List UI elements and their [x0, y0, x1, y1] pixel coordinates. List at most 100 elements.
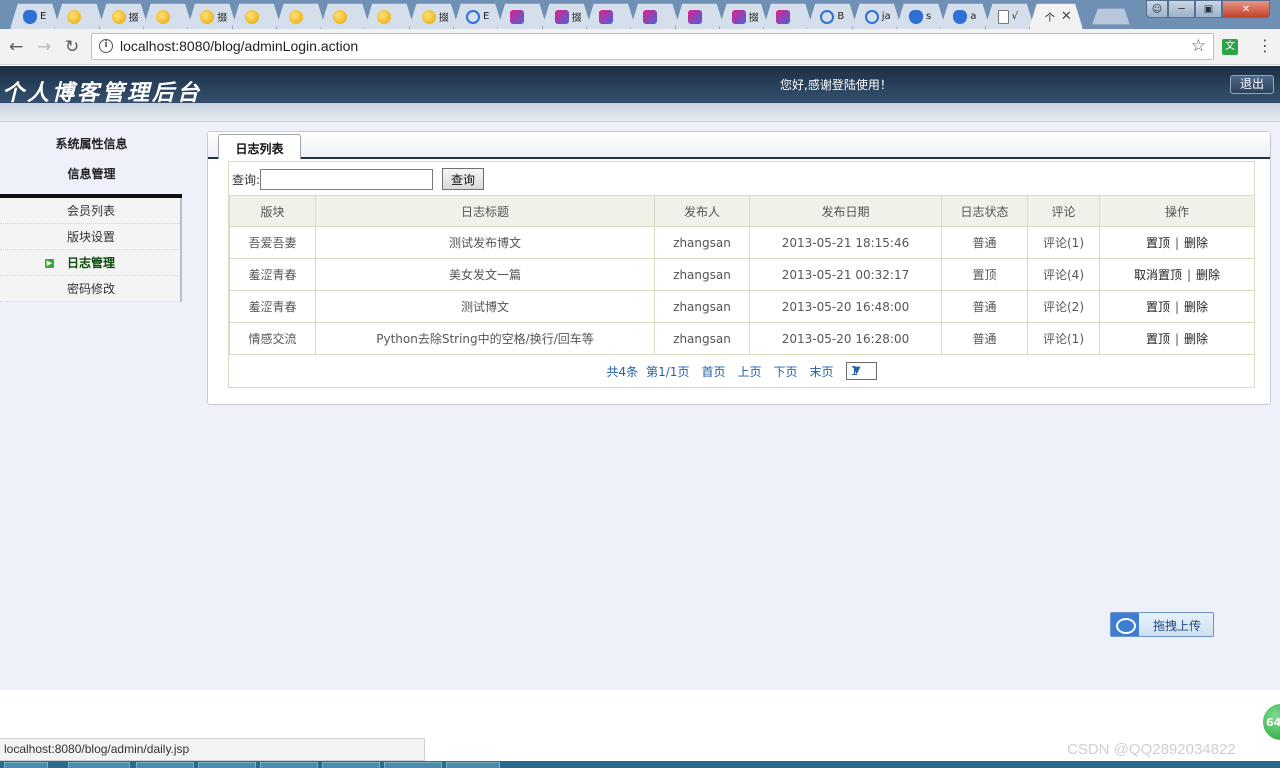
- page-select[interactable]: 1 ▼: [845, 362, 877, 380]
- comments-link[interactable]: 评论(1): [1027, 322, 1100, 355]
- search-input[interactable]: [260, 168, 434, 190]
- pager-last-link[interactable]: 末页: [810, 363, 834, 380]
- comments-link[interactable]: 评论(1): [1027, 226, 1100, 259]
- browser-tab[interactable]: [54, 3, 104, 29]
- sidebar-section-system[interactable]: 系统属性信息: [0, 132, 183, 162]
- browser-tab[interactable]: s: [896, 3, 946, 29]
- taskbar-item[interactable]: [68, 762, 130, 768]
- cell-author: zhangsan: [654, 290, 750, 323]
- browser-tab[interactable]: [586, 3, 636, 29]
- address-url[interactable]: localhost:8080/blog/adminLogin.action: [120, 38, 358, 54]
- browser-tab[interactable]: a: [940, 3, 990, 29]
- yellow-icon: [245, 10, 259, 24]
- drag-upload-button[interactable]: 拖拽上传: [1110, 612, 1214, 637]
- address-bar[interactable]: i localhost:8080/blog/adminLogin.action …: [91, 33, 1214, 60]
- browser-tab[interactable]: √: [985, 3, 1035, 29]
- pager-first-link[interactable]: 首页: [701, 363, 725, 380]
- browser-tab[interactable]: [364, 3, 414, 29]
- sidebar: 系统属性信息 信息管理 会员列表 版块设置 ▶ 日志管理 密码修改: [0, 132, 183, 302]
- cloud-icon: [820, 10, 834, 24]
- taskbar-item[interactable]: [384, 762, 442, 768]
- sidebar-item-label: 版块设置: [67, 230, 116, 244]
- pagination: 共4条 第1/1页 首页 上页 下页 末页 1 ▼: [229, 355, 1254, 387]
- pin-link[interactable]: 置顶: [1146, 300, 1170, 314]
- browser-tab[interactable]: [497, 3, 547, 29]
- pager-prev-link[interactable]: 上页: [737, 363, 761, 380]
- tab-title: E: [40, 11, 47, 22]
- delete-link[interactable]: 删除: [1184, 332, 1208, 346]
- menu-icon[interactable]: ⋮: [1257, 36, 1273, 55]
- info-icon[interactable]: i: [99, 39, 113, 53]
- new-tab-button[interactable]: [1092, 8, 1130, 25]
- tab-title: √: [1011, 11, 1018, 22]
- taskbar-item[interactable]: [198, 762, 256, 768]
- translate-icon[interactable]: 文: [1222, 39, 1238, 55]
- sidebar-item-password[interactable]: 密码修改: [0, 276, 180, 302]
- sidebar-section-info[interactable]: 信息管理: [0, 162, 183, 192]
- taskbar-item[interactable]: [136, 762, 194, 768]
- browser-tab[interactable]: [276, 3, 326, 29]
- browser-tab[interactable]: [675, 3, 725, 29]
- pin-link[interactable]: 置顶: [1146, 236, 1170, 250]
- delete-link[interactable]: 删除: [1196, 268, 1220, 282]
- minimize-button[interactable]: ─: [1168, 0, 1195, 18]
- user-icon[interactable]: ☺: [1146, 0, 1168, 18]
- browser-tab[interactable]: B: [807, 3, 857, 29]
- browser-tab[interactable]: [143, 3, 193, 29]
- sidebar-item-boards[interactable]: 版块设置: [0, 224, 180, 250]
- browser-tab[interactable]: 掇: [719, 3, 769, 29]
- tab-title: a: [970, 11, 977, 22]
- action-separator: |: [1174, 300, 1180, 314]
- tab-log-list[interactable]: 日志列表: [218, 134, 301, 159]
- browser-tab[interactable]: E: [10, 3, 60, 29]
- pin-link[interactable]: 置顶: [1146, 332, 1170, 346]
- sidebar-item-members[interactable]: 会员列表: [0, 198, 180, 224]
- taskbar-item[interactable]: [4, 762, 48, 768]
- browser-tab[interactable]: [232, 3, 282, 29]
- tab-title: 掇: [128, 13, 139, 24]
- comments-link[interactable]: 评论(4): [1027, 258, 1100, 291]
- search-button[interactable]: 查询: [442, 168, 485, 190]
- comments-link[interactable]: 评论(2): [1027, 290, 1100, 323]
- browser-tab[interactable]: [630, 3, 680, 29]
- browser-tab[interactable]: ja: [852, 3, 902, 29]
- cell-status: 普通: [941, 290, 1028, 323]
- browser-tab[interactable]: 掇: [187, 3, 237, 29]
- browser-tab[interactable]: [320, 3, 370, 29]
- cell-board: 羞涩青春: [229, 290, 316, 323]
- bookmark-star-icon[interactable]: ☆: [1191, 36, 1206, 56]
- pink-icon: [599, 10, 613, 24]
- cell-title: 美女发文一篇: [315, 258, 655, 291]
- cell-board: 吾爱吾妻: [229, 226, 316, 259]
- tab-title: 掇: [217, 13, 228, 24]
- page-body: 个人博客管理后台 您好,感谢登陆使用！ 退出 系统属性信息 信息管理 会员列表 …: [0, 66, 1280, 690]
- maximize-button[interactable]: ▣: [1195, 0, 1222, 18]
- browser-tab[interactable]: 掇: [99, 3, 149, 29]
- delete-link[interactable]: 删除: [1184, 300, 1208, 314]
- taskbar-item[interactable]: [322, 762, 380, 768]
- close-window-button[interactable]: ✕: [1222, 0, 1270, 18]
- cell-status: 置顶: [941, 258, 1028, 291]
- sidebar-item-logs[interactable]: ▶ 日志管理: [0, 250, 180, 276]
- browser-tab[interactable]: 掇: [409, 3, 459, 29]
- forward-icon[interactable]: →: [37, 37, 51, 57]
- browser-tab[interactable]: 掇: [542, 3, 592, 29]
- back-icon[interactable]: ←: [9, 37, 23, 57]
- speed-badge[interactable]: 64: [1261, 702, 1280, 742]
- pager-next-link[interactable]: 下页: [773, 363, 797, 380]
- browser-tab[interactable]: [763, 3, 813, 29]
- header-banner: 个人博客管理后台 您好,感谢登陆使用！ 退出: [0, 66, 1280, 106]
- reload-icon[interactable]: ↻: [65, 37, 79, 57]
- unpin-link[interactable]: 取消置顶: [1134, 268, 1182, 282]
- pink-icon: [732, 10, 746, 24]
- browser-tab[interactable]: E: [453, 3, 503, 29]
- table-row: 吾爱吾妻 测试发布博文 zhangsan 2013-05-21 18:15:46…: [229, 226, 1255, 259]
- close-tab-icon[interactable]: ✕: [1061, 9, 1072, 24]
- logout-button[interactable]: 退出: [1230, 75, 1274, 94]
- browser-tab[interactable]: 个 ✕: [1029, 3, 1083, 29]
- delete-link[interactable]: 删除: [1184, 236, 1208, 250]
- pager-total: 共4条: [606, 364, 639, 379]
- taskbar-item[interactable]: [260, 762, 318, 768]
- tab-title: 掇: [748, 13, 759, 24]
- taskbar-item[interactable]: [446, 762, 500, 768]
